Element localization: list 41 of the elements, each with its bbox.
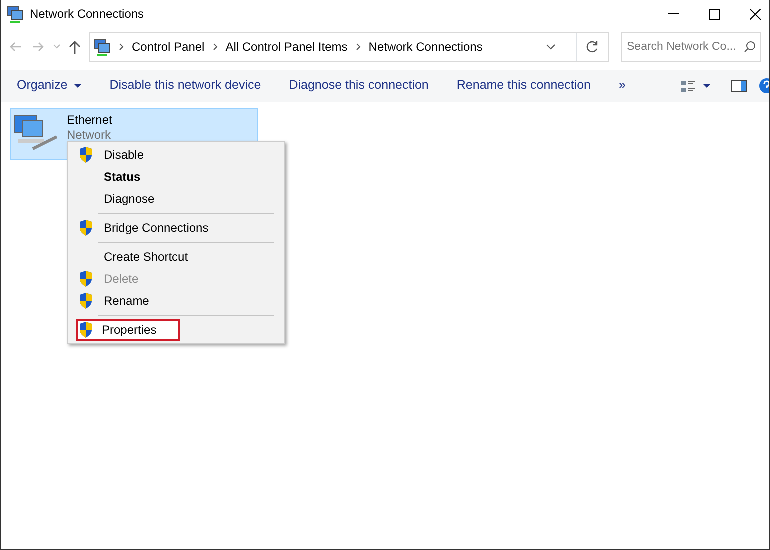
control-panel-icon [94,38,111,56]
breadcrumb-link[interactable]: All Control Panel Items [226,40,348,54]
menu-item[interactable]: Properties [76,319,180,341]
chevron-icon [212,43,218,51]
toolbar-button[interactable]: Diagnose this connection [275,78,443,94]
window-title: Network Connections [30,6,146,22]
toolbar-button[interactable]: Disable this network device [96,78,276,94]
network-adapter-icon [13,113,59,153]
search-field[interactable]: Search Network Co... [621,32,761,62]
network-connections-icon [7,6,24,22]
chevron-icon [119,43,124,51]
shield-icon [79,271,93,287]
connection-status: Network [67,128,112,143]
menu-item[interactable]: Status [70,166,282,188]
menu-item[interactable]: Diagnose [70,188,282,210]
shield-icon [79,220,93,236]
view-options-icon[interactable] [681,80,695,92]
caret-icon[interactable] [703,84,711,88]
menu-item[interactable]: Bridge Connections [70,217,282,239]
connection-name: Ethernet [67,113,112,128]
breadcrumb-link[interactable]: Network Connections [368,40,483,54]
toolbar-button[interactable]: Organize [1,78,96,94]
help-icon[interactable] [759,78,769,94]
breadcrumb-link[interactable]: Control Panel [132,40,205,54]
refresh-icon[interactable] [586,40,600,54]
menu-item[interactable]: Create Shortcut [70,246,282,268]
preview-pane-icon[interactable] [731,80,747,92]
shield-icon [79,322,93,338]
search-icon [744,41,756,53]
shield-icon [79,293,93,309]
dropdown-icon[interactable] [546,44,556,50]
close-icon[interactable] [750,8,761,20]
maximize-icon[interactable] [709,8,720,20]
toolbar-button[interactable]: Rename this connection [442,78,605,94]
menu-item[interactable]: Rename [70,290,282,312]
toolbar-button[interactable]: » [605,78,640,94]
caret-icon [74,84,82,88]
up-arrow-icon[interactable] [69,40,81,54]
address-bar[interactable]: Control Panel All Control Panel Items Network Connections [89,32,609,62]
chevron-icon [356,43,361,51]
shield-icon [79,147,93,163]
